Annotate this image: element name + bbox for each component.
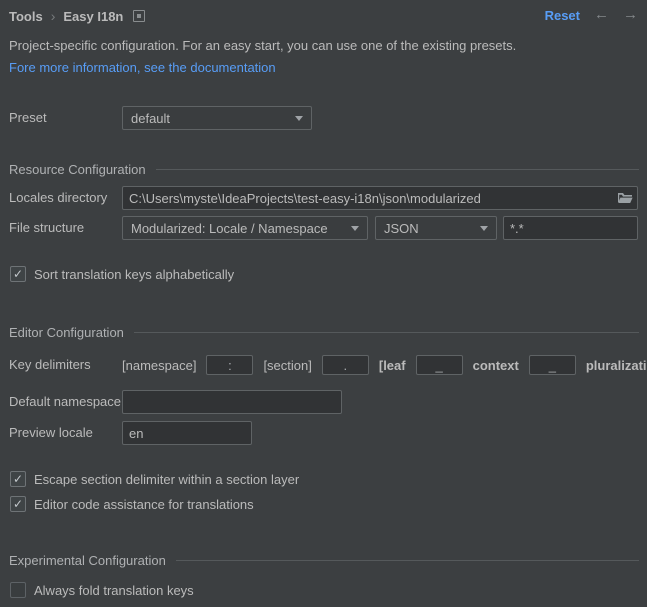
editor-configuration-section: Editor Configuration: [9, 324, 639, 340]
key-delimiters-controls: [namespace] [section] [leaf context plur…: [122, 353, 647, 377]
escape-delimiter-label: Escape section delimiter within a sectio…: [34, 472, 299, 487]
code-assistance-row: ✓ Editor code assistance for translation…: [10, 495, 254, 513]
section-title: Resource Configuration: [9, 162, 146, 177]
breadcrumb: Tools › Easy I18n: [9, 8, 145, 24]
preset-select[interactable]: default: [122, 106, 312, 130]
project-settings-indicator-icon: [133, 10, 145, 22]
locales-directory-label: Locales directory: [9, 186, 107, 210]
file-pattern-input[interactable]: [503, 216, 638, 240]
sort-keys-row: ✓ Sort translation keys alphabetically: [10, 265, 234, 283]
settings-page: Tools › Easy I18n Reset ← → Project-spec…: [0, 0, 647, 607]
section-divider: [176, 560, 639, 561]
file-structure-selected-value: Modularized: Locale / Namespace: [131, 221, 328, 236]
check-icon: ✓: [13, 268, 23, 280]
sort-keys-checkbox[interactable]: ✓: [10, 266, 26, 282]
check-icon: ✓: [13, 473, 23, 485]
context-delimiter-input[interactable]: [416, 355, 463, 375]
escape-delimiter-checkbox[interactable]: ✓: [10, 471, 26, 487]
plural-delimiter-input[interactable]: [529, 355, 576, 375]
locales-directory-field-group: [122, 186, 638, 210]
experimental-configuration-section: Experimental Configuration: [9, 552, 639, 568]
preset-label: Preset: [9, 106, 47, 130]
page-description: Project-specific configuration. For an e…: [9, 38, 516, 53]
preview-locale-label: Preview locale: [9, 421, 93, 445]
namespace-delimiter-input[interactable]: [206, 355, 253, 375]
default-namespace-input[interactable]: [122, 390, 342, 414]
fold-keys-row: ✓ Always fold translation keys: [10, 581, 194, 599]
forward-arrow-icon[interactable]: →: [623, 7, 638, 23]
namespace-delimiter-caption: [namespace]: [122, 358, 196, 373]
documentation-link[interactable]: Fore more information, see the documenta…: [9, 60, 276, 75]
file-structure-label: File structure: [9, 216, 84, 240]
section-delimiter-caption: [section]: [263, 358, 311, 373]
code-assistance-label: Editor code assistance for translations: [34, 497, 254, 512]
resource-configuration-section: Resource Configuration: [9, 161, 639, 177]
section-divider: [156, 169, 639, 170]
preview-locale-input[interactable]: [122, 421, 252, 445]
header-actions: Reset ← →: [545, 7, 638, 23]
leaf-caption: [leaf: [379, 358, 406, 373]
key-delimiters-label: Key delimiters: [9, 353, 91, 377]
pluralization-caption: pluralization]: [586, 358, 647, 373]
file-format-selected-value: JSON: [384, 221, 419, 236]
file-format-select[interactable]: JSON: [375, 216, 497, 240]
sort-keys-label: Sort translation keys alphabetically: [34, 267, 234, 282]
chevron-right-icon: ›: [51, 9, 56, 23]
fold-keys-label: Always fold translation keys: [34, 583, 194, 598]
breadcrumb-page-title: Easy I18n: [63, 9, 123, 24]
locales-directory-input[interactable]: [122, 186, 638, 210]
browse-folder-icon[interactable]: [617, 190, 633, 206]
escape-delimiter-row: ✓ Escape section delimiter within a sect…: [10, 470, 299, 488]
check-icon: ✓: [13, 498, 23, 510]
chevron-down-icon: [480, 226, 488, 231]
back-arrow-icon[interactable]: ←: [594, 7, 609, 23]
breadcrumb-tools[interactable]: Tools: [9, 9, 43, 24]
chevron-down-icon: [295, 116, 303, 121]
default-namespace-label: Default namespace: [9, 390, 121, 414]
context-caption: context: [473, 358, 519, 373]
chevron-down-icon: [351, 226, 359, 231]
reset-button[interactable]: Reset: [545, 8, 580, 23]
preset-selected-value: default: [131, 111, 170, 126]
file-structure-select[interactable]: Modularized: Locale / Namespace: [122, 216, 368, 240]
code-assistance-checkbox[interactable]: ✓: [10, 496, 26, 512]
section-title: Editor Configuration: [9, 325, 124, 340]
section-title: Experimental Configuration: [9, 553, 166, 568]
section-divider: [134, 332, 639, 333]
section-delimiter-input[interactable]: [322, 355, 369, 375]
fold-keys-checkbox[interactable]: ✓: [10, 582, 26, 598]
